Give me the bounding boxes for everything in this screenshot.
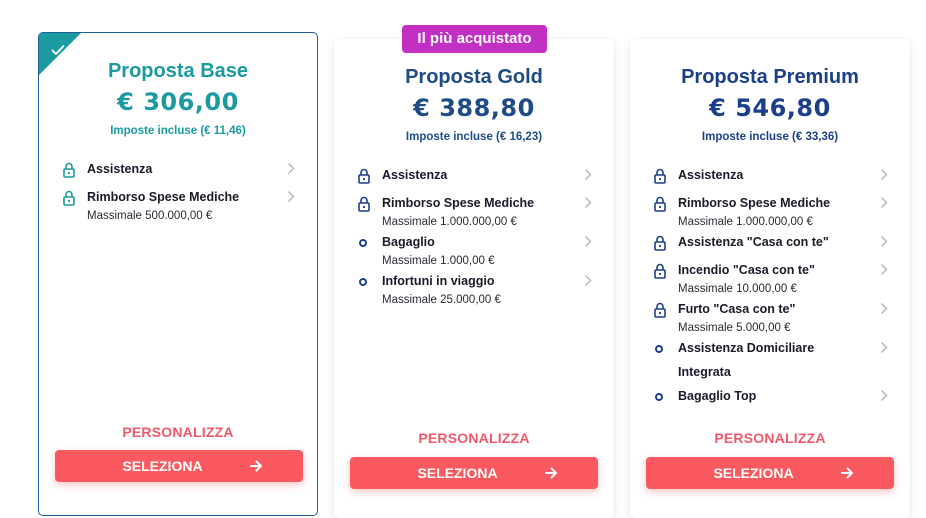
plan-tax: Imposte incluse (€ 16,23) — [405, 131, 543, 143]
plan-card-premium[interactable]: Proposta Premium € 546,80 Imposte inclus… — [630, 39, 910, 518]
feature-row[interactable]: Infortuni in viaggio Massimale 25.000,00… — [334, 274, 614, 310]
arrow-right-icon — [250, 460, 262, 472]
plan-price: € 546,80 — [709, 94, 831, 122]
feature-label-continued: Integrata — [678, 365, 731, 379]
most-purchased-badge: Il più acquistato — [402, 25, 547, 53]
select-button-label: SELEZIONA — [713, 465, 794, 481]
feature-sublabel: Massimale 1.000.000,00 € — [678, 216, 813, 228]
feature-row[interactable]: Furto "Casa con te" Massimale 5.000,00 € — [630, 302, 910, 338]
lock-icon — [654, 196, 666, 212]
chevron-right-icon[interactable] — [880, 341, 888, 354]
feature-label: Assistenza — [678, 168, 744, 182]
select-button[interactable]: SELEZIONA — [646, 457, 894, 489]
chevron-right-icon[interactable] — [584, 235, 592, 248]
arrow-right-icon — [841, 467, 853, 479]
customize-link[interactable]: PERSONALIZZA — [334, 430, 614, 446]
chevron-right-icon[interactable] — [287, 190, 295, 203]
feature-label: Assistenza — [87, 162, 153, 176]
feature-row[interactable]: Bagaglio Top — [630, 389, 910, 407]
plan-title: Proposta Premium — [681, 66, 859, 88]
feature-label: Bagaglio Top — [678, 389, 757, 403]
feature-label: Infortuni in viaggio — [382, 274, 495, 288]
chevron-right-icon[interactable] — [880, 302, 888, 315]
feature-sublabel: Massimale 1.000,00 € — [382, 255, 495, 267]
lock-icon — [654, 263, 666, 279]
plan-tax: Imposte incluse (€ 11,46) — [110, 125, 246, 137]
chevron-right-icon[interactable] — [287, 162, 295, 175]
select-button-label: SELEZIONA — [417, 465, 498, 481]
feature-sublabel: Massimale 500.000,00 € — [87, 210, 213, 222]
arrow-right-icon — [545, 467, 557, 479]
chevron-right-icon[interactable] — [584, 274, 592, 287]
circle-icon — [359, 278, 367, 286]
plan-title: Proposta Gold — [405, 66, 543, 88]
chevron-right-icon[interactable] — [880, 235, 888, 248]
lock-icon — [63, 162, 75, 178]
plan-price: € 306,00 — [117, 88, 239, 116]
plan-card-base[interactable]: Proposta Base € 306,00 Imposte incluse (… — [38, 32, 318, 516]
feature-row[interactable]: Rimborso Spese Mediche Massimale 1.000.0… — [630, 196, 910, 232]
check-icon — [51, 45, 65, 55]
feature-label: Rimborso Spese Mediche — [678, 196, 831, 210]
lock-icon — [358, 168, 370, 184]
select-button-label: SELEZIONA — [122, 458, 203, 474]
lock-icon — [654, 302, 666, 318]
feature-row[interactable]: Incendio "Casa con te" Massimale 10.000,… — [630, 263, 910, 299]
feature-label: Assistenza Domiciliare — [678, 341, 815, 355]
chevron-right-icon[interactable] — [880, 196, 888, 209]
feature-sublabel: Massimale 25.000,00 € — [382, 294, 501, 306]
feature-label: Incendio "Casa con te" — [678, 263, 815, 277]
feature-label: Assistenza — [382, 168, 448, 182]
plan-tax: Imposte incluse (€ 33,36) — [701, 131, 839, 143]
feature-label: Bagaglio — [382, 235, 435, 249]
chevron-right-icon[interactable] — [584, 168, 592, 181]
chevron-right-icon[interactable] — [880, 389, 888, 402]
chevron-right-icon[interactable] — [880, 168, 888, 181]
lock-icon — [358, 196, 370, 212]
lock-icon — [63, 190, 75, 206]
feature-label: Rimborso Spese Mediche — [382, 196, 535, 210]
feature-sublabel: Massimale 1.000.000,00 € — [382, 216, 517, 228]
feature-row[interactable]: Assistenza — [334, 168, 614, 186]
lock-icon — [654, 235, 666, 251]
plan-price: € 388,80 — [413, 94, 535, 122]
customize-link[interactable]: PERSONALIZZA — [630, 430, 910, 446]
plan-card-gold[interactable]: Proposta Gold € 388,80 Imposte incluse (… — [334, 39, 614, 518]
select-button[interactable]: SELEZIONA — [350, 457, 598, 489]
feature-label: Furto "Casa con te" — [678, 302, 796, 316]
feature-row[interactable]: Assistenza Domiciliare Integrata — [630, 341, 910, 385]
circle-icon — [655, 345, 663, 353]
circle-icon — [359, 239, 367, 247]
lock-icon — [654, 168, 666, 184]
feature-row[interactable]: Assistenza "Casa con te" — [630, 235, 910, 253]
feature-label: Rimborso Spese Mediche — [87, 190, 240, 204]
feature-sublabel: Massimale 5.000,00 € — [678, 322, 791, 334]
chevron-right-icon[interactable] — [880, 263, 888, 276]
feature-row[interactable]: Assistenza — [630, 168, 910, 186]
feature-sublabel: Massimale 10.000,00 € — [678, 283, 797, 295]
feature-row[interactable]: Assistenza — [39, 162, 317, 180]
customize-link[interactable]: PERSONALIZZA — [39, 424, 317, 440]
feature-row[interactable]: Bagaglio Massimale 1.000,00 € — [334, 235, 614, 271]
chevron-right-icon[interactable] — [584, 196, 592, 209]
plan-title: Proposta Base — [107, 60, 249, 82]
feature-row[interactable]: Rimborso Spese Mediche Massimale 500.000… — [39, 190, 317, 226]
feature-row[interactable]: Rimborso Spese Mediche Massimale 1.000.0… — [334, 196, 614, 232]
circle-icon — [655, 393, 663, 401]
select-button[interactable]: SELEZIONA — [55, 450, 303, 482]
feature-label: Assistenza "Casa con te" — [678, 235, 829, 249]
